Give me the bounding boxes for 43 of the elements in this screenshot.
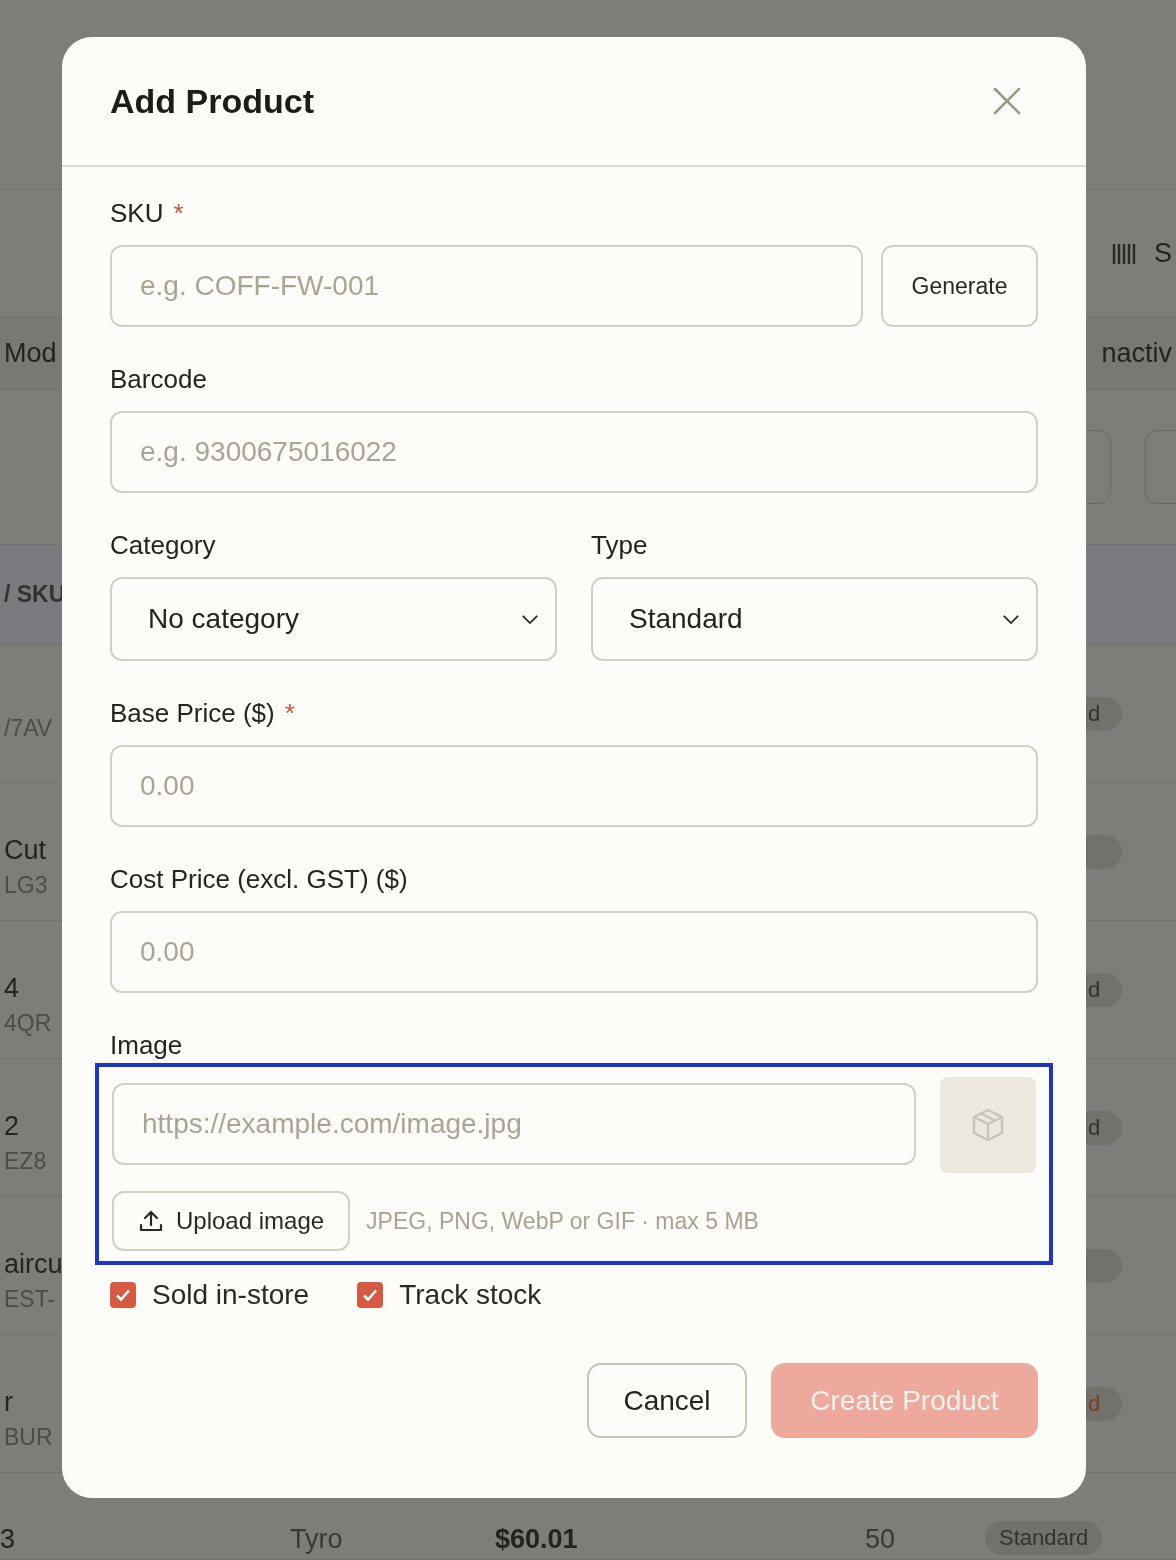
product-name: r — [4, 1386, 14, 1418]
toolbar-label: S — [1154, 238, 1172, 269]
base-price-field[interactable]: 0.00 — [110, 745, 1038, 827]
chevron-down-icon — [1002, 613, 1020, 625]
box-icon — [970, 1107, 1006, 1143]
select-field[interactable]: Standard — [591, 577, 1038, 661]
required-mark: * — [284, 697, 295, 729]
sku-field[interactable]: e.g. COFF-FW-001 — [110, 245, 863, 327]
checkbox[interactable] — [357, 1282, 384, 1308]
filter-tab[interactable]: nactiv — [1101, 338, 1172, 369]
filter-tab[interactable]: Mod — [4, 338, 57, 369]
upload-icon — [138, 1208, 164, 1234]
field-label: Base Price ($) — [110, 697, 275, 729]
product-name: Cut — [4, 834, 48, 866]
upload-button[interactable]: Upload image — [112, 1191, 351, 1251]
type-badge: Standard — [985, 1521, 1103, 1555]
field-label: SKU — [110, 197, 164, 229]
product-name: 2 — [4, 1110, 21, 1142]
product-name: 3 — [0, 1524, 17, 1555]
cost-price-field[interactable]: 0.00 — [110, 911, 1038, 993]
dialog-title: Add Product — [110, 81, 314, 121]
cancel-button[interactable]: Cancel — [587, 1363, 747, 1438]
checkbox-label: Sold in-store — [152, 1279, 310, 1311]
field-label: Category — [110, 529, 216, 561]
product-name: aircu — [4, 1248, 63, 1280]
generate-button[interactable]: Generate — [881, 245, 1038, 327]
field-label: Cost Price (excl. GST) ($) — [110, 863, 408, 895]
product-name: 4 — [4, 972, 21, 1004]
image-url-field[interactable]: https://example.com/image.jpg — [112, 1083, 916, 1165]
chevron-down-icon — [521, 613, 539, 625]
field-label: Image — [110, 1029, 183, 1061]
field-label: Type — [591, 529, 648, 561]
required-mark: * — [173, 197, 184, 229]
payment-provider: Tyro — [290, 1524, 344, 1555]
product-price: $60.01 — [495, 1524, 579, 1555]
select-field[interactable]: No category — [110, 577, 557, 661]
field-label: Barcode — [110, 363, 207, 395]
upload-hint: JPEG, PNG, WebP or GIF · max 5 MB — [366, 1207, 759, 1235]
close-button[interactable] — [992, 86, 1022, 116]
stock-count: 50 — [865, 1524, 897, 1555]
barcode-field[interactable]: e.g. 9300675016022 — [110, 411, 1038, 493]
checkbox-label: Track stock — [399, 1279, 542, 1311]
checkbox[interactable] — [110, 1282, 136, 1308]
